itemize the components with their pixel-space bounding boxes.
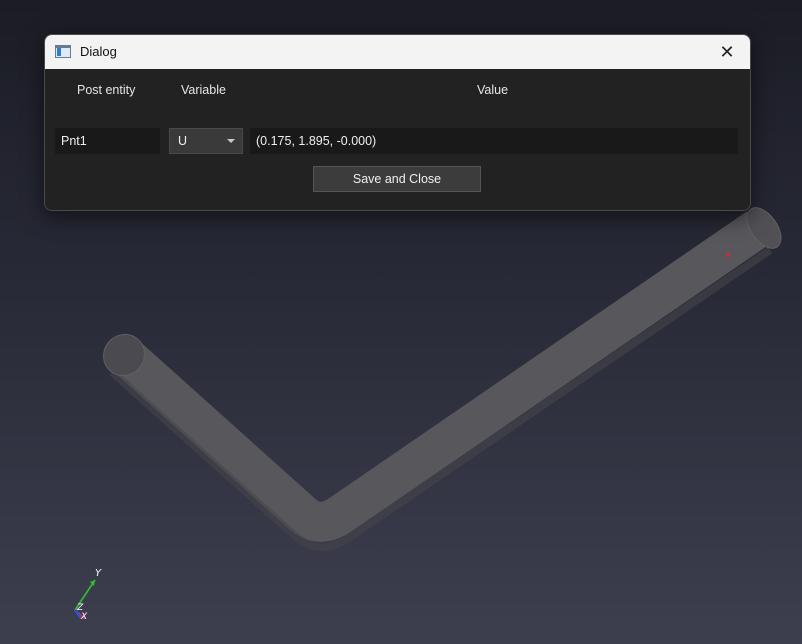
x-axis-label: X xyxy=(80,612,88,622)
chevron-down-icon xyxy=(227,139,235,143)
dialog-window: Dialog ✕ Post entity Variable Value Pnt1… xyxy=(44,34,751,211)
close-button[interactable]: ✕ xyxy=(704,35,750,69)
dialog-body: Post entity Variable Value Pnt1 U (0.175… xyxy=(45,69,750,210)
value-header: Value xyxy=(477,83,509,97)
value-field[interactable]: (0.175, 1.895, -0.000) xyxy=(250,128,738,154)
post-entity-header: Post entity xyxy=(77,83,136,97)
title-bar[interactable]: Dialog ✕ xyxy=(45,35,750,69)
variable-dropdown[interactable]: U xyxy=(169,128,243,154)
dialog-title: Dialog xyxy=(80,44,117,59)
3d-viewport[interactable]: Y Z X Dialog ✕ Post entity Variable Valu… xyxy=(0,0,802,644)
probe-point[interactable] xyxy=(725,252,731,258)
y-axis-label: Y xyxy=(95,568,102,579)
axis-triad: Y Z X xyxy=(74,568,102,622)
variable-selected-value: U xyxy=(178,134,188,148)
post-entity-field[interactable]: Pnt1 xyxy=(55,128,160,154)
save-and-close-button[interactable]: Save and Close xyxy=(313,166,481,192)
variable-header: Variable xyxy=(181,83,226,97)
app-window-icon xyxy=(55,45,71,58)
close-icon: ✕ xyxy=(719,41,735,62)
